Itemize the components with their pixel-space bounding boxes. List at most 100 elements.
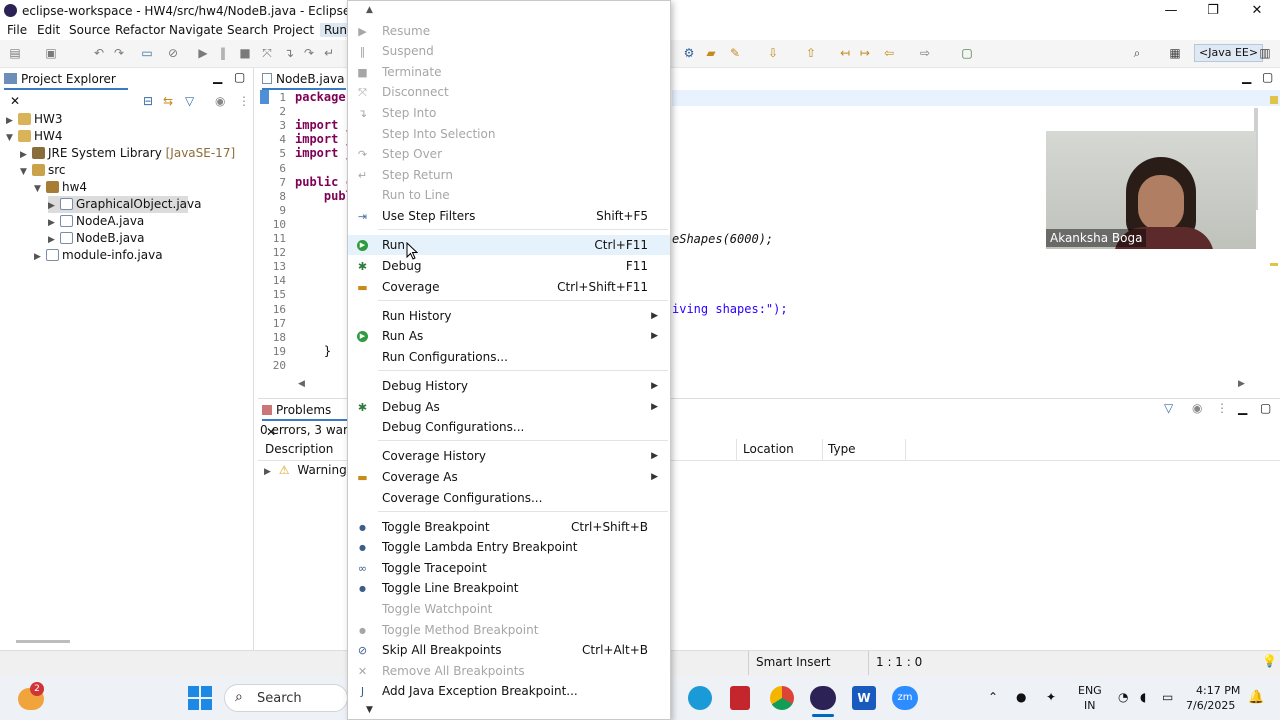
word-icon[interactable]: W [852, 686, 876, 710]
filter-icon[interactable]: ▽ [185, 94, 194, 108]
menu-item-toggle-method-breakpoint[interactable]: ● Toggle Method Breakpoint [348, 620, 670, 640]
step-into-toolbar-icon[interactable]: ↴ [282, 46, 296, 60]
menu-source[interactable]: Source [69, 23, 110, 37]
expand-icon[interactable]: ▶ [264, 467, 271, 477]
tree-item-nodeb[interactable]: ▶ NodeB.java [48, 230, 145, 247]
back-icon[interactable]: ⇦ [882, 46, 896, 60]
collapse-icon[interactable]: ▼ [20, 164, 32, 181]
menu-item-run-as[interactable]: ▶ Run As ▶ [348, 326, 670, 346]
scroll-down-icon[interactable]: ▼ [366, 705, 373, 715]
menu-item-use-step-filters[interactable]: ⇥ Use Step Filters Shift+F5 [348, 206, 670, 226]
menu-item-run-to-line[interactable]: Run to Line [348, 185, 670, 205]
new-icon[interactable]: ▤ [8, 46, 22, 60]
eclipse-taskbar-icon[interactable] [810, 686, 836, 710]
chrome-icon[interactable] [770, 686, 794, 710]
minimize-view-icon[interactable]: ▁ [213, 70, 222, 84]
disconnect-toolbar-icon[interactable]: ⤧ [260, 46, 274, 60]
open-type-icon[interactable]: ⚙ [682, 46, 696, 60]
menu-item-resume[interactable]: ▶ Resume [348, 21, 670, 41]
suspend-toolbar-icon[interactable]: ‖ [216, 46, 230, 60]
next-annotation-icon[interactable]: ⇩ [766, 46, 780, 60]
tree-item-module-info[interactable]: ▶ module-info.java [34, 247, 163, 264]
menu-item-coverage-configurations[interactable]: Coverage Configurations... [348, 488, 670, 508]
menu-item-suspend[interactable]: ‖ Suspend [348, 41, 670, 61]
battery-icon[interactable]: ▭ [1162, 690, 1173, 704]
collapse-icon[interactable]: ▼ [34, 181, 46, 198]
open-perspective-icon[interactable]: ▦ [1168, 46, 1182, 60]
menu-item-debug[interactable]: ✱ Debug F11 [348, 256, 670, 276]
menu-item-debug-as[interactable]: ✱ Debug As ▶ [348, 397, 670, 417]
undo-icon[interactable]: ↶ [92, 46, 106, 60]
maximize-button[interactable]: ❐ [1198, 2, 1228, 20]
tree-item-src[interactable]: ▼ src [20, 162, 66, 179]
menu-item-toggle-breakpoint[interactable]: ● Toggle Breakpoint Ctrl+Shift+B [348, 517, 670, 537]
app-icon-1[interactable] [688, 686, 712, 710]
menu-item-toggle-lambda-entry-breakpoint[interactable]: ● Toggle Lambda Entry Breakpoint [348, 537, 670, 557]
tab-project-explorer[interactable]: Project Explorer ✕ [4, 68, 128, 108]
tip-icon[interactable]: 💡 [1262, 654, 1277, 668]
minimize-editor-icon[interactable]: ▁ [1242, 70, 1251, 84]
maximize-view-icon[interactable]: ▢ [234, 70, 245, 84]
tree-item-hw4-package[interactable]: ▼ hw4 [34, 179, 87, 196]
windows-start-icon[interactable] [188, 686, 212, 710]
menu-item-terminate[interactable]: ■ Terminate [348, 62, 670, 82]
pin-editor-icon[interactable]: ▢ [960, 46, 974, 60]
tree-item-jre-library[interactable]: ▶ JRE System Library [JavaSE-17] [20, 145, 235, 162]
menu-item-toggle-line-breakpoint[interactable]: ● Toggle Line Breakpoint [348, 578, 670, 598]
tab-problems[interactable]: Problems ✕ [262, 399, 348, 439]
clock-date[interactable]: 7/6/2025 [1186, 699, 1235, 712]
maximize-view-icon[interactable]: ▢ [1260, 401, 1271, 415]
menu-navigate[interactable]: Navigate [169, 23, 223, 37]
menu-item-remove-all-breakpoints[interactable]: ✕ Remove All Breakpoints [348, 661, 670, 681]
menu-item-toggle-tracepoint[interactable]: ∞ Toggle Tracepoint [348, 558, 670, 578]
chevron-up-icon[interactable]: ⌃ [988, 690, 998, 704]
search-icon[interactable]: ⌕ [1130, 46, 1144, 60]
view-menu-icon[interactable]: ⋮ [238, 94, 250, 108]
tray-icon[interactable]: ✦ [1046, 690, 1056, 704]
input-region[interactable]: IN [1084, 699, 1095, 712]
collapse-icon[interactable]: ▼ [6, 130, 18, 147]
perspective-java-ee[interactable]: <Java EE> [1194, 44, 1264, 62]
tab-nodeb-java[interactable]: NodeB.java [262, 68, 346, 90]
menu-item-step-into-selection[interactable]: Step Into Selection [348, 124, 670, 144]
prev-annotation-icon[interactable]: ⇧ [804, 46, 818, 60]
minimize-view-icon[interactable]: ▁ [1238, 401, 1247, 415]
step-return-toolbar-icon[interactable]: ↵ [322, 46, 336, 60]
focus-icon[interactable]: ◉ [215, 94, 225, 108]
volume-icon[interactable]: ◖ [1140, 690, 1146, 704]
menu-item-add-java-exception-breakpoint[interactable]: J Add Java Exception Breakpoint... [348, 681, 670, 701]
menu-project[interactable]: Project [273, 23, 314, 37]
forward-edit-icon[interactable]: ↦ [858, 46, 872, 60]
menu-item-coverage-history[interactable]: Coverage History ▶ [348, 446, 670, 466]
wifi-icon[interactable]: ◔ [1118, 690, 1128, 704]
tree-item-nodea[interactable]: ▶ NodeA.java [48, 213, 144, 230]
scroll-left-icon[interactable]: ◀ [298, 379, 305, 389]
filter-icon[interactable]: ▽ [1164, 401, 1173, 415]
menu-file[interactable]: File [7, 23, 27, 37]
save-icon[interactable]: ▣ [44, 46, 58, 60]
menu-search[interactable]: Search [227, 23, 268, 37]
menu-item-step-over[interactable]: ↷ Step Over [348, 144, 670, 164]
redo-icon[interactable]: ↷ [112, 46, 126, 60]
menu-item-coverage[interactable]: ▬ Coverage Ctrl+Shift+F11 [348, 277, 670, 297]
terminal-icon[interactable]: ▭ [140, 46, 154, 60]
menu-item-disconnect[interactable]: ⤧ Disconnect [348, 82, 670, 102]
mcafee-icon[interactable] [730, 686, 750, 710]
focus-icon[interactable]: ◉ [1192, 401, 1202, 415]
menu-item-step-into[interactable]: ↴ Step Into [348, 103, 670, 123]
menu-item-step-return[interactable]: ↵ Step Return [348, 165, 670, 185]
menu-refactor[interactable]: Refactor [115, 23, 165, 37]
close-button[interactable]: ✕ [1242, 2, 1272, 20]
horizontal-scrollbar[interactable] [16, 640, 70, 643]
link-with-editor-icon[interactable]: ⇆ [163, 94, 173, 108]
terminate-toolbar-icon[interactable]: ■ [238, 46, 252, 60]
menu-item-run[interactable]: ▶ Run Ctrl+F11 [348, 235, 670, 255]
taskbar-search-box[interactable]: ⌕ Search [224, 684, 348, 712]
menu-item-coverage-as[interactable]: ▬ Coverage As ▶ [348, 467, 670, 487]
menu-edit[interactable]: Edit [37, 23, 60, 37]
expand-icon[interactable]: ▶ [34, 249, 46, 266]
notifications-icon[interactable]: 🔔 [1248, 690, 1264, 705]
tray-icon[interactable]: ● [1016, 690, 1026, 704]
skip-breakpoints-toolbar-icon[interactable]: ⊘ [166, 46, 180, 60]
menu-item-skip-all-breakpoints[interactable]: ⊘ Skip All Breakpoints Ctrl+Alt+B [348, 640, 670, 660]
